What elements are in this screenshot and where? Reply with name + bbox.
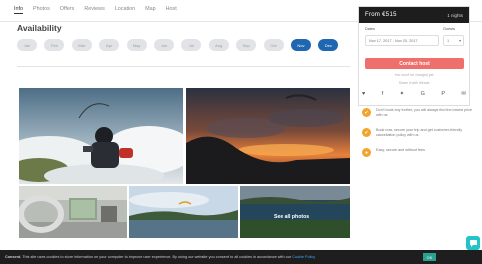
section-divider [17, 66, 350, 67]
photo-hotel-room[interactable] [19, 186, 127, 238]
cookie-text-wrapper: Consent. This site uses cookies to store… [5, 255, 315, 259]
month-aug[interactable]: Aug [208, 39, 229, 51]
photo-sunset-paraglider[interactable] [186, 88, 350, 184]
feature-text: Don't book any further, you will always … [376, 108, 473, 117]
email-icon[interactable]: ✉ [461, 91, 466, 97]
pinterest-icon[interactable]: P [441, 91, 445, 97]
share-note: Share it with friends [398, 81, 430, 85]
dates-label: Dates [365, 27, 375, 31]
guests-value: 1 [447, 38, 450, 43]
no-charge-note: You won't be charged yet [394, 73, 434, 77]
feature-text: Easy, secure and without fees [376, 148, 425, 152]
heart-icon[interactable]: ♥ [362, 91, 365, 97]
feature-cancellation: ✔ Book now, secure your trip and get cus… [362, 128, 477, 138]
tab-info[interactable]: Info [14, 6, 23, 14]
chat-icon: ● [362, 148, 371, 157]
photo-crater-lake[interactable]: See all photos [240, 186, 350, 238]
photo-lake-paraglider[interactable] [129, 186, 238, 238]
chat-bubble-icon [469, 239, 477, 247]
feature-text: Book now, secure your trip and get custo… [376, 128, 463, 137]
month-sep[interactable]: Sep [236, 39, 257, 51]
twitter-icon[interactable]: ✦ [400, 91, 405, 97]
tab-list: Info Photos Offers Reviews Location Map … [14, 6, 177, 14]
cookie-policy-link[interactable]: Cookie Policy [292, 255, 315, 259]
tab-offers[interactable]: Offers [60, 6, 75, 14]
thumbs-up-icon: ✔ [362, 108, 371, 117]
month-feb[interactable]: Feb [44, 39, 65, 51]
guests-select[interactable]: 1 ▾ [443, 35, 464, 46]
contact-host-button[interactable]: Contact host [365, 58, 464, 69]
cookie-bar: Consent. This site uses cookies to store… [0, 250, 482, 264]
tab-photos[interactable]: Photos [33, 6, 50, 14]
cookie-message: This site uses cookies to store informat… [21, 255, 293, 259]
dates-field[interactable]: Nov 17, 2017 - Nov 20, 2017 [365, 35, 439, 46]
tab-reviews[interactable]: Reviews [84, 6, 104, 14]
availability-title: Availability [17, 23, 62, 33]
price-label: From €515 [365, 12, 397, 18]
see-all-photos-label[interactable]: See all photos [274, 214, 309, 220]
nights-label: 1 nights [447, 12, 463, 18]
month-may[interactable]: May [126, 39, 147, 51]
chevron-down-icon: ▾ [459, 39, 461, 43]
booking-header: From €515 1 nights [359, 7, 469, 23]
month-jan[interactable]: Jan [17, 39, 37, 51]
month-nov[interactable]: Nov [290, 39, 311, 51]
month-selector: Jan Feb Mar Apr May Jun Jul Aug Sep Oct … [17, 39, 339, 51]
month-jun[interactable]: Jun [153, 39, 174, 51]
tab-map[interactable]: Map [145, 6, 156, 14]
cookie-ok-button[interactable]: OK [423, 253, 436, 261]
guests-label: Guests [443, 27, 456, 31]
share-icons: ♥ f ✦ G P ✉ [358, 91, 470, 97]
feature-secure: ● Easy, secure and without fees [362, 148, 477, 157]
tab-host[interactable]: Host [166, 6, 177, 14]
month-apr[interactable]: Apr [99, 39, 120, 51]
month-mar[interactable]: Mar [71, 39, 92, 51]
feature-lowest-price: ✔ Don't book any further, you will alway… [362, 108, 477, 118]
month-dec[interactable]: Dec [318, 39, 339, 51]
cookie-consent-bold: Consent. [5, 255, 22, 259]
photo-paraglider-clouds[interactable] [19, 88, 183, 184]
google-plus-icon[interactable]: G [421, 91, 425, 97]
facebook-icon[interactable]: f [382, 91, 384, 97]
chat-widget-button[interactable] [466, 236, 480, 250]
month-jul[interactable]: Jul [181, 39, 202, 51]
thumbs-up-icon: ✔ [362, 128, 371, 137]
month-oct[interactable]: Oct [263, 39, 284, 51]
tab-location[interactable]: Location [115, 6, 135, 14]
